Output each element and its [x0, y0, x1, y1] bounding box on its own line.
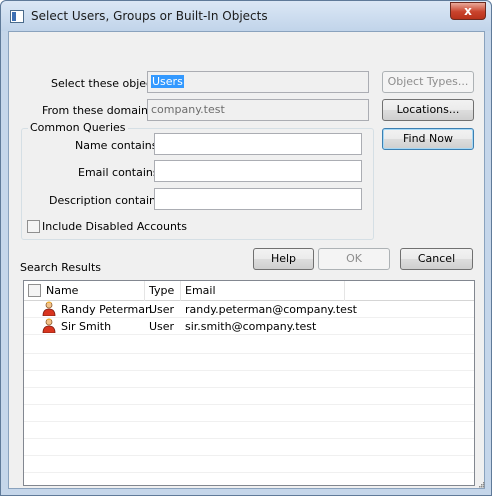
close-button[interactable]: x [450, 2, 486, 20]
user-icon [42, 301, 56, 316]
name-contains-label: Name contains: [75, 139, 162, 152]
include-disabled-checkbox[interactable] [27, 220, 40, 233]
search-results-label: Search Results [20, 261, 102, 274]
domains-value: company.test [151, 103, 225, 116]
table-row[interactable]: Sir Smith User sir.smith@company.test [24, 318, 474, 335]
empty-row-divider [24, 455, 474, 456]
row-email: sir.smith@company.test [185, 320, 317, 333]
domains-field: company.test [147, 99, 369, 121]
window-title: Select Users, Groups or Built-In Objects [31, 9, 268, 23]
cancel-button[interactable]: Cancel [400, 248, 473, 270]
column-header-name[interactable]: Name [46, 284, 78, 297]
locations-button[interactable]: Locations... [382, 99, 474, 121]
select-all-checkbox[interactable] [28, 284, 41, 297]
empty-row-divider [24, 472, 474, 473]
object-types-button[interactable]: Object Types... [382, 71, 474, 93]
object-type-value: Users [151, 75, 184, 88]
empty-row-divider [24, 404, 474, 405]
empty-row-divider [24, 370, 474, 371]
row-type: User [149, 303, 175, 316]
dialog-window: Select Users, Groups or Built-In Objects… [0, 0, 492, 496]
user-icon [42, 318, 56, 333]
domains-label: From these domains: [42, 104, 158, 117]
close-icon: x [464, 4, 472, 18]
row-type: User [149, 320, 175, 333]
description-contains-input[interactable] [154, 188, 362, 210]
table-row[interactable]: Randy Peterman User randy.peterman@compa… [24, 301, 474, 318]
row-email: randy.peterman@company.test [185, 303, 357, 316]
window-icon [10, 10, 24, 23]
results-header: Name Type Email [24, 281, 474, 301]
include-disabled-label: Include Disabled Accounts [42, 220, 187, 233]
help-button[interactable]: Help [253, 248, 314, 270]
column-header-email[interactable]: Email [185, 284, 216, 297]
empty-row-divider [24, 387, 474, 388]
find-now-button[interactable]: Find Now [382, 128, 474, 150]
row-name: Randy Peterman [61, 303, 152, 316]
name-contains-input[interactable] [154, 133, 362, 155]
column-divider[interactable] [180, 281, 181, 301]
ok-button[interactable]: OK [318, 248, 390, 270]
dialog-body: Select these object Users Object Types..… [8, 31, 485, 489]
search-results-list[interactable]: Name Type Email Randy Peterman User rand… [23, 280, 475, 486]
column-header-type[interactable]: Type [149, 284, 174, 297]
empty-row-divider [24, 438, 474, 439]
common-queries-label: Common Queries [28, 121, 128, 134]
empty-row-divider [24, 353, 474, 354]
object-label: Select these object [51, 77, 157, 90]
description-contains-label: Description contains: [49, 194, 166, 207]
empty-row-divider [24, 421, 474, 422]
email-contains-label: Email contains: [78, 166, 163, 179]
column-divider[interactable] [344, 281, 345, 301]
object-type-field[interactable]: Users [147, 71, 369, 93]
resize-grip-icon[interactable] [479, 482, 485, 488]
title-bar[interactable]: Select Users, Groups or Built-In Objects… [1, 1, 491, 31]
column-divider[interactable] [144, 281, 145, 301]
row-name: Sir Smith [61, 320, 112, 333]
email-contains-input[interactable] [154, 160, 362, 182]
